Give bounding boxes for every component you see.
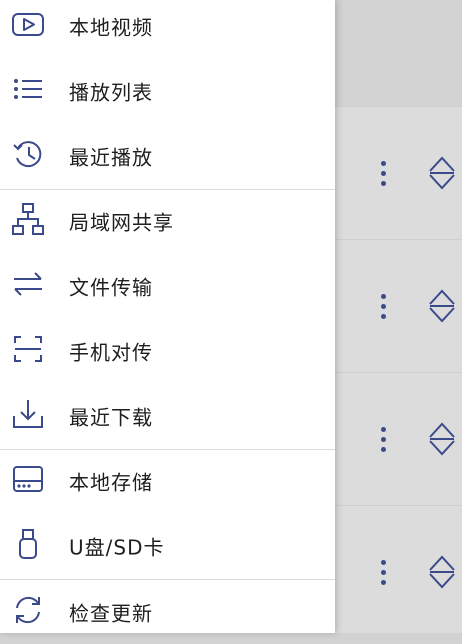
history-icon — [10, 136, 46, 172]
sort-icon[interactable] — [427, 155, 457, 191]
drawer-item-local-video[interactable]: 本地视频 — [0, 0, 335, 58]
drawer-item-recent-play[interactable]: 最近播放 — [0, 124, 335, 188]
more-options-icon[interactable] — [376, 427, 390, 457]
drawer-item-phone-transfer[interactable]: 手机对传 — [0, 319, 335, 383]
download-icon — [10, 396, 46, 432]
drawer-item-label: 局域网共享 — [69, 210, 174, 235]
drawer-item-label: 最近下载 — [69, 405, 153, 430]
drawer-item-recent-download[interactable]: 最近下载 — [0, 384, 335, 448]
play-box-icon — [10, 6, 46, 42]
drawer-item-label: U盘/SD卡 — [69, 535, 165, 560]
drawer-item-lan-share[interactable]: 局域网共享 — [0, 189, 335, 253]
drawer-item-playlist[interactable]: 播放列表 — [0, 59, 335, 123]
refresh-icon — [10, 592, 46, 628]
drawer-item-usb-sd[interactable]: U盘/SD卡 — [0, 514, 335, 578]
drawer-item-label: 文件传输 — [69, 275, 153, 300]
navigation-drawer: 本地视频 播放列表 最近播放 局域网共享 文件传输 手机对传 最近下载 本地存储… — [0, 0, 335, 633]
list-icon — [10, 71, 46, 107]
drawer-item-local-storage[interactable]: 本地存储 — [0, 449, 335, 513]
drawer-item-label: 本地视频 — [69, 15, 153, 40]
drawer-item-label: 播放列表 — [69, 80, 153, 105]
sort-icon[interactable] — [427, 288, 457, 324]
more-options-icon[interactable] — [376, 560, 390, 590]
sort-icon[interactable] — [427, 554, 457, 590]
transfer-icon — [10, 266, 46, 302]
drawer-item-label: 检查更新 — [69, 601, 153, 626]
drawer-item-label: 最近播放 — [69, 145, 153, 170]
more-options-icon[interactable] — [376, 161, 390, 191]
drawer-item-check-update[interactable]: 检查更新 — [0, 580, 335, 644]
drawer-item-label: 本地存储 — [69, 470, 153, 495]
network-icon — [10, 201, 46, 237]
drawer-item-file-transfer[interactable]: 文件传输 — [0, 254, 335, 318]
drawer-item-label: 手机对传 — [69, 340, 153, 365]
scan-icon — [10, 331, 46, 367]
sort-icon[interactable] — [427, 421, 457, 457]
usb-icon — [10, 526, 46, 562]
hard-drive-icon — [10, 461, 46, 497]
more-options-icon[interactable] — [376, 294, 390, 324]
